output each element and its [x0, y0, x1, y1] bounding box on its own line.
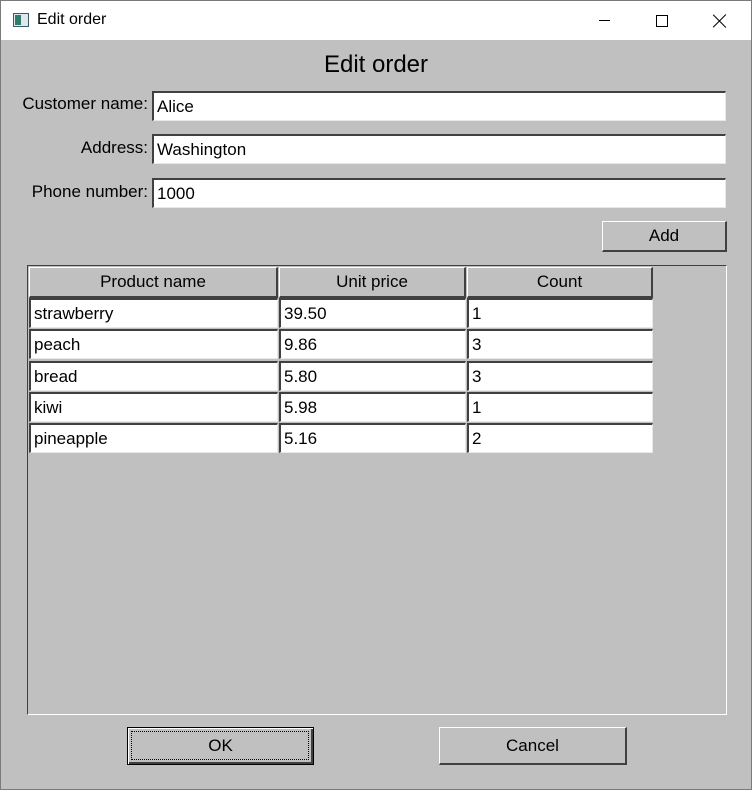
product-name-cell[interactable]: pineapple — [29, 423, 278, 453]
column-header-unit-price[interactable]: Unit price — [279, 267, 466, 298]
title-bar[interactable]: Edit order — [1, 1, 751, 40]
count-cell[interactable]: 3 — [467, 361, 653, 391]
minimize-button[interactable] — [575, 1, 633, 40]
count-cell[interactable]: 1 — [467, 298, 653, 328]
close-button[interactable] — [691, 1, 749, 40]
count-cell[interactable]: 2 — [467, 423, 653, 453]
cancel-button[interactable]: Cancel — [439, 727, 627, 765]
products-table: Product name Unit price Count strawberry… — [27, 265, 727, 715]
product-name-cell[interactable]: strawberry — [29, 298, 278, 328]
window-title: Edit order — [37, 11, 107, 28]
edit-order-window: Edit order Edit order Customer name: Add… — [0, 0, 752, 790]
customer-name-label: Customer name: — [22, 94, 148, 113]
unit-price-cell[interactable]: 39.50 — [279, 298, 466, 328]
product-name-cell[interactable]: kiwi — [29, 392, 278, 422]
customer-name-field[interactable] — [152, 91, 726, 121]
count-cell[interactable]: 3 — [467, 329, 653, 359]
app-icon — [13, 13, 29, 27]
phone-number-label: Phone number: — [31, 182, 148, 201]
count-cell[interactable]: 1 — [467, 392, 653, 422]
product-name-cell[interactable]: bread — [29, 361, 278, 391]
phone-number-field[interactable] — [152, 178, 726, 208]
close-icon — [713, 14, 727, 28]
address-field[interactable] — [152, 134, 726, 164]
unit-price-cell[interactable]: 5.16 — [279, 423, 466, 453]
unit-price-cell[interactable]: 9.86 — [279, 329, 466, 359]
product-name-cell[interactable]: peach — [29, 329, 278, 359]
add-button[interactable]: Add — [602, 221, 727, 252]
focus-ring — [131, 731, 309, 760]
unit-price-cell[interactable]: 5.80 — [279, 361, 466, 391]
maximize-button[interactable] — [633, 1, 691, 40]
ok-button[interactable]: OK — [127, 727, 314, 765]
unit-price-cell[interactable]: 5.98 — [279, 392, 466, 422]
address-label: Address: — [80, 138, 148, 157]
column-header-count[interactable]: Count — [467, 267, 653, 298]
minimize-icon — [598, 20, 610, 21]
maximize-icon — [656, 14, 668, 27]
page-title: Edit order — [323, 51, 429, 78]
column-header-product-name[interactable]: Product name — [29, 267, 278, 298]
